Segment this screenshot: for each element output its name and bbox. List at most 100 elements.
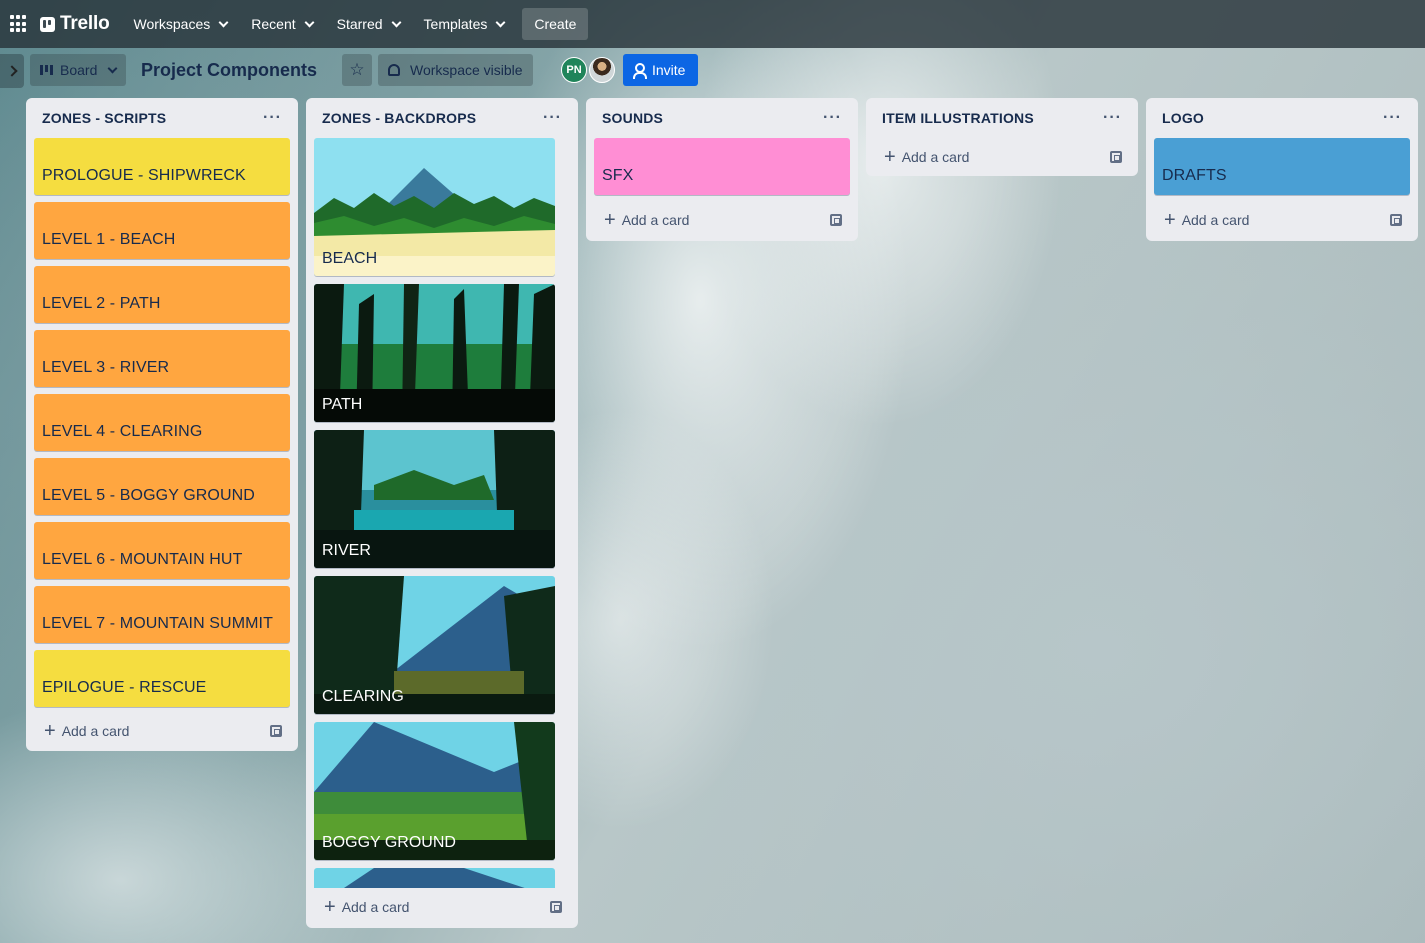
add-card-label: Add a card xyxy=(1181,212,1250,228)
plus-icon: + xyxy=(1164,209,1176,231)
card-title: LEVEL 1 - BEACH xyxy=(42,231,176,248)
card[interactable]: SFX xyxy=(594,138,850,195)
chevron-down-icon xyxy=(495,17,506,27)
card[interactable]: LEVEL 7 - MOUNTAIN SUMMIT xyxy=(34,586,290,643)
board-header: Board Project Components ☆ Workspace vis… xyxy=(0,48,1425,94)
chevron-down-icon xyxy=(391,17,401,27)
add-card-button[interactable]: + Add a card xyxy=(874,138,1130,176)
plus-icon: + xyxy=(44,720,56,742)
templates-menu[interactable]: Templates xyxy=(414,8,515,40)
list-title[interactable]: SOUNDS xyxy=(602,110,663,126)
workspaces-menu[interactable]: Workspaces xyxy=(123,8,237,40)
visibility-label: Workspace visible xyxy=(410,62,523,78)
card[interactable]: LEVEL 4 - CLEARING xyxy=(34,394,290,451)
card-title: LEVEL 3 - RIVER xyxy=(42,359,170,376)
plus-icon: + xyxy=(884,146,896,168)
list-header: LOGO ··· xyxy=(1154,98,1410,138)
plus-icon: + xyxy=(604,209,616,231)
card[interactable]: EPILOGUE - RESCUE xyxy=(34,650,290,707)
list-title[interactable]: ZONES - BACKDROPS xyxy=(322,110,476,126)
visibility-button[interactable]: Workspace visible xyxy=(378,54,533,86)
list-zones-scripts: ZONES - SCRIPTS ··· PROLOGUE - SHIPWRECK… xyxy=(26,98,298,751)
template-icon[interactable] xyxy=(830,214,842,226)
more-icon[interactable]: ··· xyxy=(543,109,562,127)
more-icon[interactable]: ··· xyxy=(823,109,842,127)
template-icon[interactable] xyxy=(550,901,562,913)
more-icon[interactable]: ··· xyxy=(263,109,282,127)
recent-menu[interactable]: Recent xyxy=(241,8,322,40)
card[interactable]: CLEARING xyxy=(314,576,555,714)
card-title: SFX xyxy=(602,167,634,184)
avatar[interactable]: PN xyxy=(561,57,587,83)
card-title: LEVEL 6 - MOUNTAIN HUT xyxy=(42,551,243,568)
template-icon[interactable] xyxy=(1110,151,1122,163)
top-navigation: Trello Workspaces Recent Starred Templat… xyxy=(0,0,1425,48)
list-header: ITEM ILLUSTRATIONS ··· xyxy=(874,98,1130,138)
templates-label: Templates xyxy=(423,16,488,32)
star-button[interactable]: ☆ xyxy=(342,54,372,86)
card[interactable]: LEVEL 3 - RIVER xyxy=(34,330,290,387)
card-title: LEVEL 5 - BOGGY GROUND xyxy=(42,487,255,504)
template-icon[interactable] xyxy=(270,725,282,737)
recent-label: Recent xyxy=(251,16,296,32)
card-scroll-area: BEACH PATH RIVER CLEARING BOGGY GROUND xyxy=(314,138,570,888)
card[interactable]: RIVER xyxy=(314,430,555,568)
invite-label: Invite xyxy=(652,62,686,78)
card[interactable]: PROLOGUE - SHIPWRECK xyxy=(34,138,290,195)
list-title[interactable]: ZONES - SCRIPTS xyxy=(42,110,166,126)
card[interactable]: LEVEL 1 - BEACH xyxy=(34,202,290,259)
add-person-icon xyxy=(633,63,647,79)
board-title[interactable]: Project Components xyxy=(141,60,317,81)
card-title: PROLOGUE - SHIPWRECK xyxy=(42,167,246,184)
add-card-button[interactable]: + Add a card xyxy=(594,199,850,241)
add-card-label: Add a card xyxy=(901,149,970,165)
board-icon xyxy=(40,65,54,75)
list-header: ZONES - SCRIPTS ··· xyxy=(34,98,290,138)
card[interactable]: LEVEL 5 - BOGGY GROUND xyxy=(34,458,290,515)
card-title: BEACH xyxy=(322,250,378,267)
chevron-down-icon xyxy=(218,17,229,27)
card-title: DRAFTS xyxy=(1162,167,1227,184)
card-title: BOGGY GROUND xyxy=(322,834,456,851)
list-title[interactable]: ITEM ILLUSTRATIONS xyxy=(882,110,1034,126)
card[interactable] xyxy=(314,868,555,888)
card[interactable]: BOGGY GROUND xyxy=(314,722,555,860)
people-icon xyxy=(388,64,400,76)
create-button[interactable]: Create xyxy=(522,8,589,40)
grid-icon[interactable] xyxy=(10,15,28,33)
add-card-button[interactable]: + Add a card xyxy=(34,711,290,751)
list-item-illustrations: ITEM ILLUSTRATIONS ··· + Add a card xyxy=(866,98,1138,176)
backdrop-image xyxy=(314,868,555,888)
card[interactable]: BEACH xyxy=(314,138,555,276)
chevron-down-icon xyxy=(107,63,118,73)
starred-menu[interactable]: Starred xyxy=(327,8,410,40)
invite-button[interactable]: Invite xyxy=(623,54,699,86)
add-card-label: Add a card xyxy=(61,723,130,739)
starred-label: Starred xyxy=(336,16,383,32)
card-title: RIVER xyxy=(322,542,371,559)
more-icon[interactable]: ··· xyxy=(1103,109,1122,127)
card-title: LEVEL 4 - CLEARING xyxy=(42,423,203,440)
card-title: CLEARING xyxy=(322,688,404,705)
card[interactable]: DRAFTS xyxy=(1154,138,1410,195)
list-header: ZONES - BACKDROPS ··· xyxy=(314,98,570,138)
card[interactable]: LEVEL 2 - PATH xyxy=(34,266,290,323)
add-card-button[interactable]: + Add a card xyxy=(314,888,570,926)
avatar-photo[interactable] xyxy=(589,57,615,83)
card-title: PATH xyxy=(322,396,363,413)
list-title[interactable]: LOGO xyxy=(1162,110,1204,126)
board-view-switcher[interactable]: Board xyxy=(30,54,127,86)
sidebar-toggle-button[interactable] xyxy=(0,54,24,88)
chevron-down-icon xyxy=(304,17,315,27)
trello-logo[interactable]: Trello xyxy=(40,13,110,35)
add-card-label: Add a card xyxy=(621,212,690,228)
more-icon[interactable]: ··· xyxy=(1383,109,1402,127)
add-card-label: Add a card xyxy=(341,899,410,915)
card-title: LEVEL 7 - MOUNTAIN SUMMIT xyxy=(42,615,273,632)
template-icon[interactable] xyxy=(1390,214,1402,226)
card[interactable]: LEVEL 6 - MOUNTAIN HUT xyxy=(34,522,290,579)
card[interactable]: PATH xyxy=(314,284,555,422)
add-card-button[interactable]: + Add a card xyxy=(1154,199,1410,241)
workspaces-label: Workspaces xyxy=(133,16,211,32)
logo-text: Trello xyxy=(60,13,110,34)
